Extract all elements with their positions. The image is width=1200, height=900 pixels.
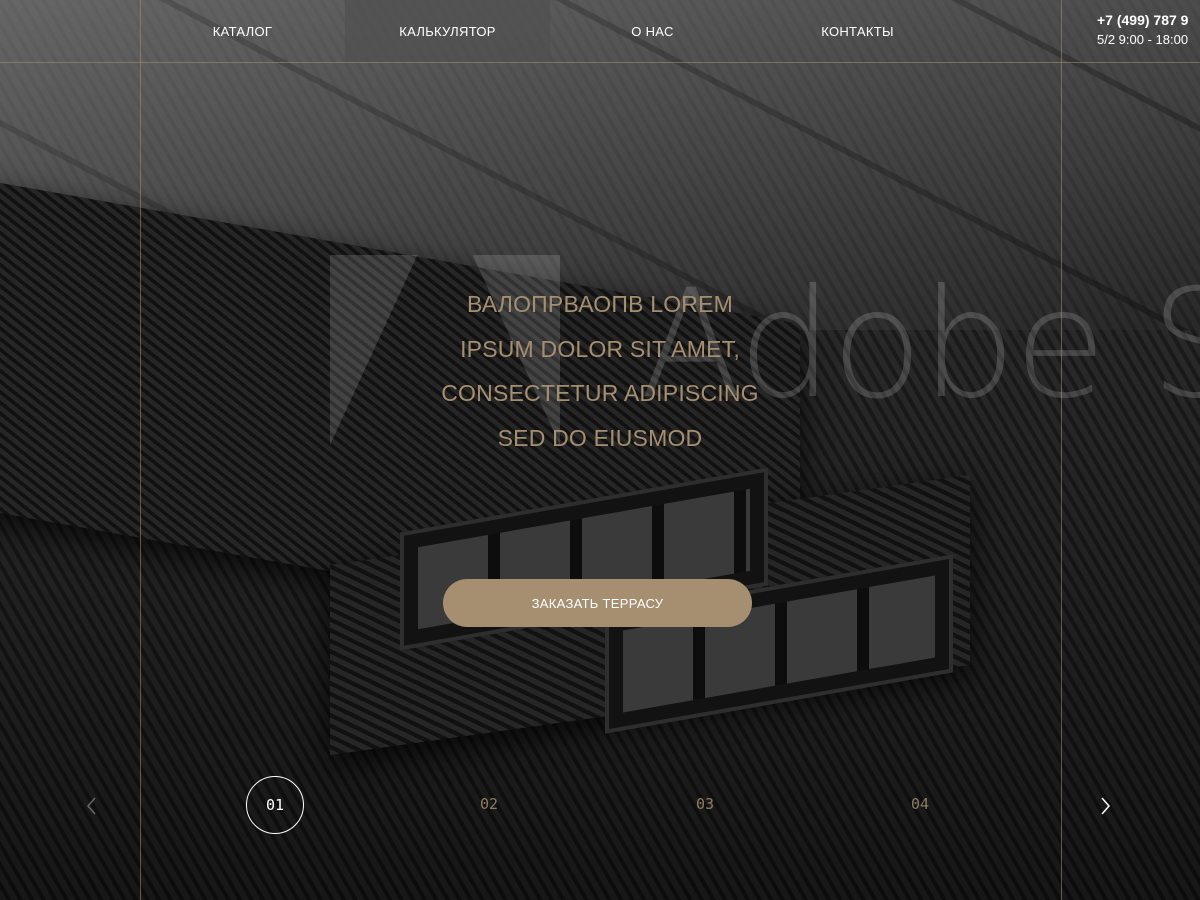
headline-line: ВАЛОПРВАОПВ LOREM [466, 291, 734, 317]
working-hours: 5/2 9:00 - 18:00 [1097, 32, 1189, 47]
nav-item-calculator[interactable]: КАЛЬКУЛЯТОР [345, 0, 550, 62]
chevron-right-icon[interactable] [1093, 794, 1117, 818]
chevron-left-icon[interactable] [80, 794, 104, 818]
slide-dot-2[interactable]: 02 [461, 776, 517, 832]
order-terrace-button[interactable]: ЗАКАЗАТЬ ТЕРРАСУ [443, 579, 752, 627]
frame-line-left [140, 0, 141, 900]
header-contacts: +7 (499) 787 9 5/2 9:00 - 18:00 [1097, 12, 1188, 47]
headline-line: IPSUM DOLOR SIT AMET, [460, 335, 740, 362]
headline-line: CONSECTETUR ADIPISCING [441, 380, 759, 406]
frame-line-right [1061, 0, 1062, 900]
main-nav: КАТАЛОГ КАЛЬКУЛЯТОР О НАС КОНТАКТЫ [140, 0, 1061, 62]
slide-dot-3[interactable]: 03 [677, 776, 733, 832]
slider-pagination: 01 02 03 04 [0, 776, 1200, 836]
slide-dot-1[interactable]: 01 [246, 776, 304, 834]
hero-headline: ВАЛОПРВАОПВ LOREM IPSUM DOLOR SIT AMET, … [380, 282, 820, 460]
nav-item-contacts[interactable]: КОНТАКТЫ [755, 0, 960, 62]
slide-dot-4[interactable]: 04 [892, 776, 948, 832]
nav-item-catalog[interactable]: КАТАЛОГ [140, 0, 345, 62]
headline-line: SED DO EIUSMOD [497, 424, 703, 451]
phone-number[interactable]: +7 (499) 787 9 [1097, 12, 1188, 28]
header-divider [0, 62, 1200, 63]
nav-item-about[interactable]: О НАС [550, 0, 755, 62]
